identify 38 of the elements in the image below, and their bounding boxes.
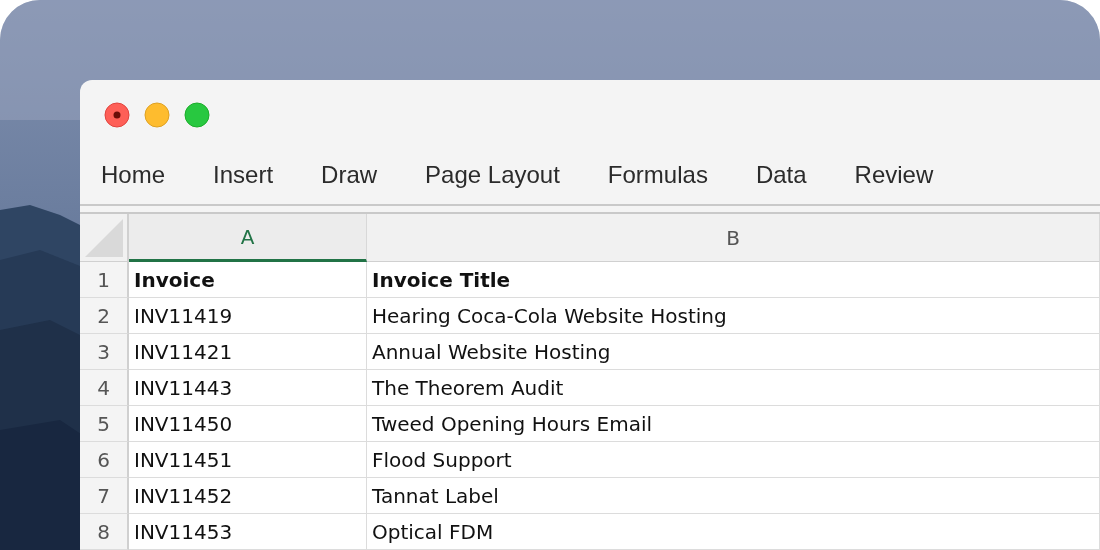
table-cell: Tannat Label — [367, 478, 1100, 514]
ribbon-tab[interactable]: Home — [101, 161, 166, 190]
ribbon-tab[interactable]: Page Layout — [425, 161, 560, 190]
table-cell: INV11443 — [129, 370, 367, 406]
row-number[interactable]: 4 — [80, 370, 129, 406]
table-cell: INV11421 — [129, 334, 367, 370]
ribbon-tab[interactable]: Formulas — [607, 161, 708, 190]
table-cell: Invoice — [129, 262, 367, 298]
row-number[interactable]: 3 — [80, 334, 129, 370]
row-number[interactable]: 8 — [80, 514, 129, 550]
table-cell: INV11451 — [129, 442, 367, 478]
row-number[interactable]: 5 — [80, 406, 129, 442]
table-cell: Hearing Coca-Cola Website Hosting — [367, 298, 1100, 334]
triangle-icon — [85, 219, 123, 257]
close-icon[interactable] — [104, 102, 130, 129]
row-number[interactable]: 7 — [80, 478, 129, 514]
table-cell: Flood Support — [367, 442, 1100, 478]
table-cell: The Theorem Audit — [367, 370, 1100, 406]
maximize-icon[interactable] — [184, 102, 210, 129]
select-all-button[interactable] — [80, 214, 129, 262]
table-cell: Invoice Title — [367, 262, 1100, 298]
table-cell: Optical FDM — [367, 514, 1100, 550]
minimize-icon[interactable] — [144, 102, 170, 129]
table-cell: Annual Website Hosting — [367, 334, 1100, 370]
table-cell: INV11419 — [129, 298, 367, 334]
column-header[interactable]: B — [367, 214, 1100, 262]
ribbon-tab[interactable]: Draw — [321, 161, 378, 190]
row-number[interactable]: 6 — [80, 442, 129, 478]
table-cell: INV11452 — [129, 478, 367, 514]
ribbon-tab[interactable]: Data — [755, 161, 807, 190]
row-number[interactable]: 1 — [80, 262, 129, 298]
ribbon-tab[interactable]: Review — [854, 161, 934, 190]
row-number[interactable]: 2 — [80, 298, 129, 334]
table-cell: INV11453 — [129, 514, 367, 550]
column-header[interactable]: A — [129, 214, 367, 262]
table-cell: INV11450 — [129, 406, 367, 442]
ribbon-tab[interactable]: Insert — [213, 161, 274, 190]
table-cell: Tweed Opening Hours Email — [367, 406, 1100, 442]
